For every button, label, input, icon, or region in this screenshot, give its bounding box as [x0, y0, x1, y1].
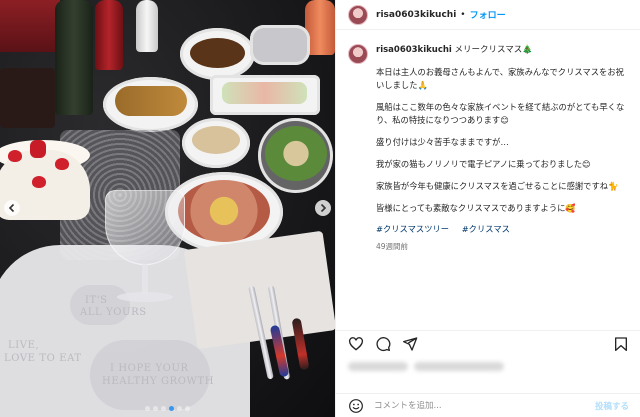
food-fish: [115, 86, 187, 116]
carousel-dot[interactable]: [177, 406, 182, 411]
caption: risa0603kikuchi メリークリスマス🎄 本日は主人のお義母さんもよん…: [376, 44, 626, 252]
caption-paragraph: 我が家の猫もノリノリで電子ピアノに乗っておりました😊: [376, 159, 591, 169]
caption-title-line: risa0603kikuchi メリークリスマス🎄: [376, 44, 626, 57]
heart-icon[interactable]: [348, 336, 364, 352]
blurred-text: [414, 362, 504, 371]
food-carpaccio: [178, 180, 270, 242]
wine-bottle: [55, 0, 93, 115]
placemat-text: I HOPE YOUR: [110, 363, 189, 374]
post-photo[interactable]: IT'S ALL YOURS LIVE, LOVE TO EAT I HOPE …: [0, 0, 335, 417]
santa-figure: [30, 140, 46, 158]
sushi-tray: [0, 68, 55, 128]
bookmark-icon[interactable]: [613, 336, 629, 352]
post-comment-button[interactable]: 投稿する: [595, 400, 629, 412]
username[interactable]: risa0603kikuchi: [376, 10, 456, 20]
carousel-dot[interactable]: [145, 406, 150, 411]
placemat-text: LOVE TO EAT: [4, 353, 82, 364]
avatar[interactable]: [348, 4, 368, 25]
likes-blurred: [348, 360, 508, 374]
post-time: 49週間前: [376, 242, 409, 251]
hashtags: #クリスマスツリー #クリスマス: [376, 223, 626, 235]
emoji-icon[interactable]: [348, 398, 364, 414]
carousel-dot[interactable]: [153, 406, 158, 411]
caption-paragraph: 家族皆が今年も健康にクリスマスを過ごせることに感謝ですね🐈: [376, 181, 619, 191]
carousel-dots: [0, 406, 335, 411]
carousel-dot[interactable]: [161, 406, 166, 411]
placemat-text: HEALTHY GROWTH: [102, 376, 215, 387]
chevron-left-icon: [8, 203, 15, 213]
comment-input[interactable]: [374, 400, 595, 411]
blurred-text: [348, 362, 408, 371]
action-bar: [336, 330, 640, 356]
carousel-dot[interactable]: [169, 406, 174, 411]
caption-area: risa0603kikuchi メリークリスマス🎄 本日は主人のお義母さんもよん…: [336, 30, 640, 330]
separator-dot: •: [460, 9, 466, 20]
carousel-dot[interactable]: [185, 406, 190, 411]
caption-username[interactable]: risa0603kikuchi: [376, 45, 452, 55]
red-wall: [0, 0, 60, 52]
glass-base: [117, 292, 173, 302]
drink-bottle: [136, 0, 158, 52]
food-rolls: [222, 82, 307, 104]
strawberry: [8, 150, 22, 162]
glass-cup: [105, 190, 185, 265]
caption-title: メリークリスマス🎄: [454, 45, 533, 55]
caption-paragraph: 盛り付けは少々苦手なままですが…: [376, 137, 509, 147]
hashtag-link[interactable]: #クリスマスツリー: [376, 224, 449, 234]
prev-photo-button[interactable]: [4, 200, 20, 216]
chevron-right-icon: [320, 203, 327, 213]
food-soup: [192, 126, 240, 154]
caption-row: risa0603kikuchi メリークリスマス🎄 本日は主人のお義母さんもよん…: [348, 44, 629, 252]
caption-paragraph: 本日は主人のお義母さんもよんで、家族みんなでクリスマスをお祝いしました🙏: [376, 67, 624, 90]
comment-icon[interactable]: [375, 336, 391, 352]
share-icon[interactable]: [402, 336, 418, 352]
food-salad: [265, 126, 327, 181]
strawberry: [32, 176, 46, 188]
crystal-glass: [105, 190, 185, 310]
hashtag-link[interactable]: #クリスマス: [462, 224, 510, 234]
comment-bar: 投稿する: [336, 393, 640, 417]
follow-button[interactable]: フォロー: [470, 8, 506, 21]
caption-paragraph: 風船はここ数年の色々な家族イベントを経て結ぶのがとても早くなり、私の特技になりつ…: [376, 102, 625, 125]
placemat-text: LIVE,: [8, 340, 40, 351]
post-panel: risa0603kikuchi • フォロー risa0603kikuchi メ…: [335, 0, 640, 417]
caption-paragraph: 皆様にとっても素敵なクリスマスでありますように🥰: [376, 203, 576, 213]
food-stew: [190, 38, 245, 68]
soda-bottle: [95, 0, 123, 70]
glass-stem: [142, 264, 148, 294]
strawberry: [55, 158, 69, 170]
next-photo-button[interactable]: [315, 200, 331, 216]
mat-cloud: [90, 340, 210, 410]
post-header: risa0603kikuchi • フォロー: [336, 0, 640, 30]
bowl-foil: [250, 25, 310, 65]
caption-avatar[interactable]: [348, 44, 368, 64]
